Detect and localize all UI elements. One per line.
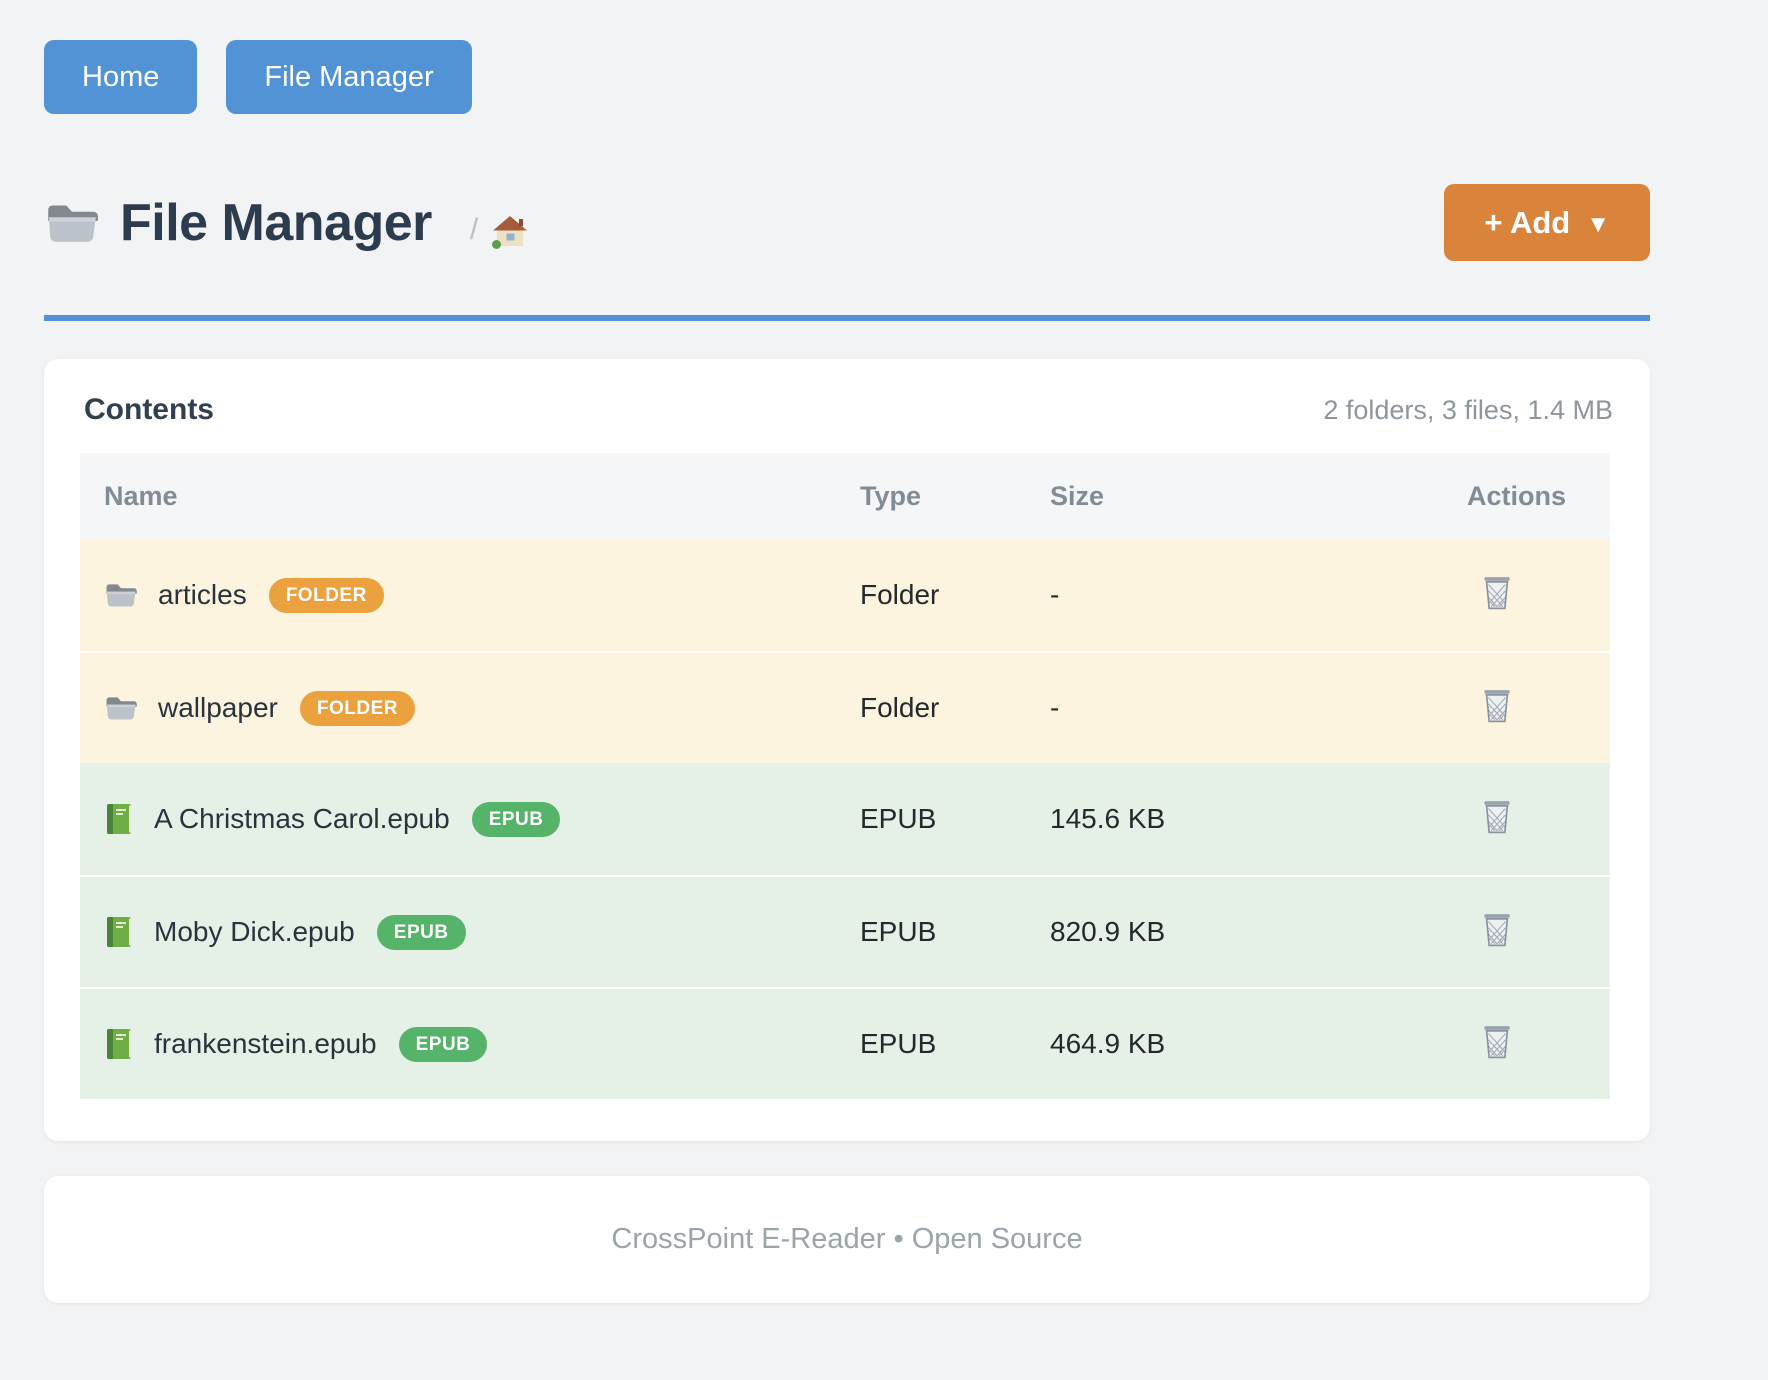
trash-icon (1481, 1024, 1513, 1060)
contents-card-header: Contents 2 folders, 3 files, 1.4 MB (80, 359, 1613, 453)
house-icon[interactable] (492, 215, 528, 249)
folder-icon (104, 581, 138, 609)
name-cell: A Christmas Carol.epub EPUB (80, 802, 860, 837)
actions-cell (1467, 575, 1610, 616)
folder-icon (44, 199, 100, 247)
type-cell: EPUB (860, 1028, 1050, 1060)
item-name-link[interactable]: Moby Dick.epub (154, 916, 355, 948)
type-badge: EPUB (399, 1027, 488, 1062)
trash-icon (1481, 575, 1513, 611)
caret-down-icon: ▼ (1586, 213, 1610, 237)
actions-cell (1467, 688, 1610, 729)
name-cell: articles FOLDER (80, 578, 860, 613)
page-header: File Manager / + Add ▼ (44, 184, 1650, 261)
table-row[interactable]: articles FOLDER Folder - (80, 539, 1610, 651)
green-book-icon (104, 915, 134, 949)
contents-summary: 2 folders, 3 files, 1.4 MB (1323, 395, 1613, 426)
type-cell: Folder (860, 579, 1050, 611)
name-cell: frankenstein.epub EPUB (80, 1027, 860, 1062)
table-header-row: Name Type Size Actions (80, 453, 1610, 539)
folder-icon (104, 694, 138, 722)
type-cell: EPUB (860, 916, 1050, 948)
table-row[interactable]: Moby Dick.epub EPUB EPUB 820.9 KB (80, 875, 1610, 987)
green-book-icon (104, 802, 134, 836)
actions-cell (1467, 799, 1610, 840)
delete-button[interactable] (1467, 912, 1513, 948)
item-name-link[interactable]: A Christmas Carol.epub (154, 803, 450, 835)
top-nav: Home File Manager (44, 0, 1650, 114)
type-cell: Folder (860, 692, 1050, 724)
type-badge: EPUB (472, 802, 561, 837)
column-header-type: Type (860, 481, 1050, 512)
name-cell: Moby Dick.epub EPUB (80, 915, 860, 950)
page-title: File Manager (120, 193, 432, 253)
contents-title: Contents (84, 393, 214, 427)
column-header-size: Size (1050, 481, 1467, 512)
item-name-link[interactable]: articles (158, 579, 247, 611)
type-badge: EPUB (377, 915, 466, 950)
type-cell: EPUB (860, 803, 1050, 835)
delete-button[interactable] (1467, 799, 1513, 835)
contents-card: Contents 2 folders, 3 files, 1.4 MB Name… (44, 359, 1650, 1141)
delete-button[interactable] (1467, 1024, 1513, 1060)
trash-icon (1481, 799, 1513, 835)
item-name-link[interactable]: wallpaper (158, 692, 278, 724)
delete-button[interactable] (1467, 688, 1513, 724)
file-table: Name Type Size Actions articles FOLDER F… (80, 453, 1610, 1099)
page-container: Home File Manager File Manager / + Add ▼ (44, 0, 1650, 1303)
size-cell: 820.9 KB (1050, 916, 1467, 948)
trash-icon (1481, 688, 1513, 724)
actions-cell (1467, 912, 1610, 953)
nav-button-home[interactable]: Home (44, 40, 197, 114)
item-name-link[interactable]: frankenstein.epub (154, 1028, 377, 1060)
green-book-icon (104, 1027, 134, 1061)
header-divider (44, 315, 1650, 321)
size-cell: 464.9 KB (1050, 1028, 1467, 1060)
nav-button-file-manager[interactable]: File Manager (226, 40, 471, 114)
size-cell: - (1050, 692, 1467, 724)
add-button[interactable]: + Add ▼ (1444, 184, 1650, 261)
actions-cell (1467, 1024, 1610, 1065)
name-cell: wallpaper FOLDER (80, 691, 860, 726)
table-row[interactable]: A Christmas Carol.epub EPUB EPUB 145.6 K… (80, 763, 1610, 875)
size-cell: - (1050, 579, 1467, 611)
column-header-actions: Actions (1467, 481, 1610, 512)
table-row[interactable]: wallpaper FOLDER Folder - (80, 651, 1610, 763)
delete-button[interactable] (1467, 575, 1513, 611)
breadcrumb: / (470, 197, 528, 249)
size-cell: 145.6 KB (1050, 803, 1467, 835)
table-row[interactable]: frankenstein.epub EPUB EPUB 464.9 KB (80, 987, 1610, 1099)
footer-text: CrossPoint E-Reader • Open Source (611, 1223, 1082, 1256)
footer: CrossPoint E-Reader • Open Source (44, 1176, 1650, 1303)
type-badge: FOLDER (269, 578, 384, 613)
trash-icon (1481, 912, 1513, 948)
breadcrumb-separator: / (470, 215, 478, 249)
type-badge: FOLDER (300, 691, 415, 726)
add-button-label: + Add (1484, 205, 1570, 241)
column-header-name: Name (80, 481, 860, 512)
